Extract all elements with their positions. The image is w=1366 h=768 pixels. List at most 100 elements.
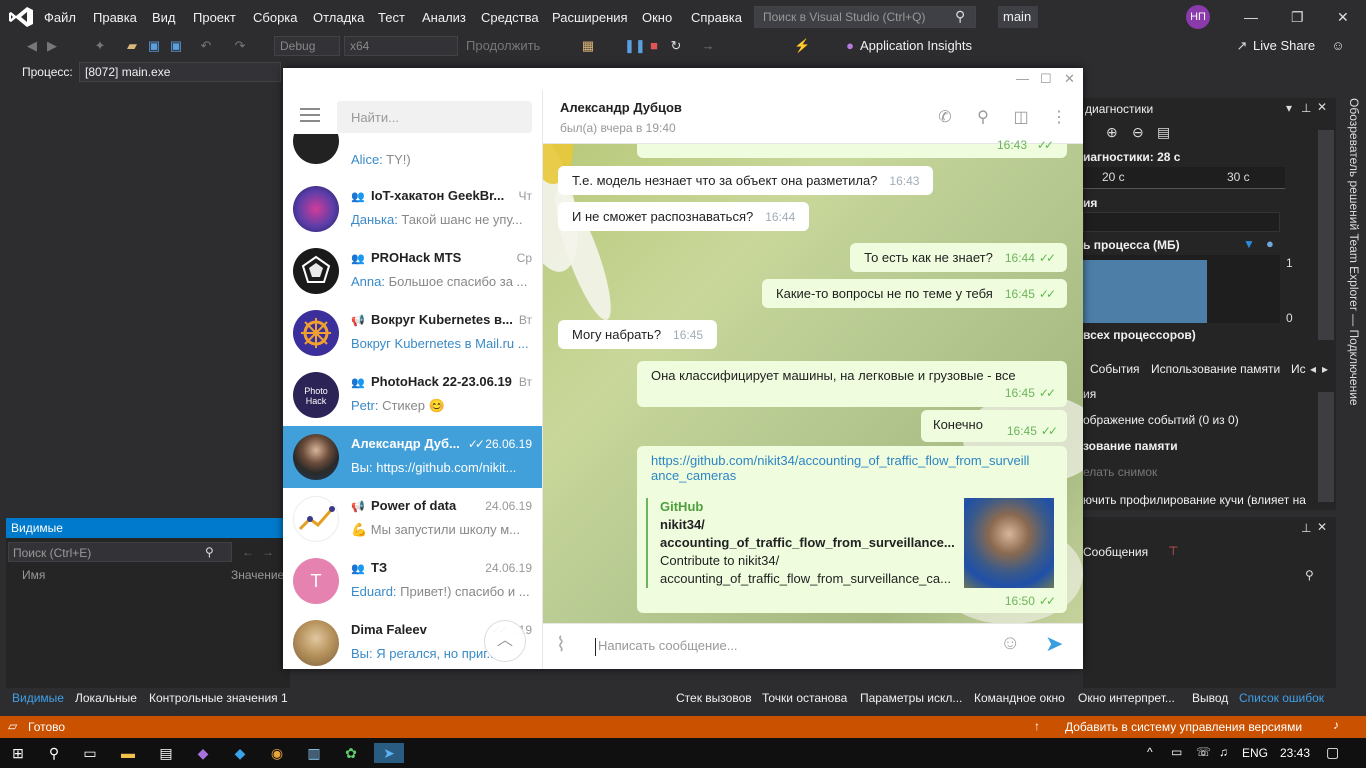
- volume-icon[interactable]: ♫: [1219, 745, 1228, 759]
- chat-item-alexander[interactable]: Александр Дуб... ✓✓ 26.06.19 Вы: https:/…: [283, 426, 542, 488]
- menu-hamburger-icon[interactable]: [300, 108, 320, 126]
- task-view-icon[interactable]: ▭: [80, 743, 100, 763]
- tab-locals[interactable]: Локальные: [75, 691, 137, 705]
- search-icon[interactable]: ⚲: [205, 545, 214, 559]
- tab-output[interactable]: Вывод: [1192, 691, 1228, 705]
- chat-item-iot[interactable]: 👥 IoT-хакатон GeekBr... Чт Данька: Такой …: [283, 178, 542, 240]
- windows-start-icon[interactable]: ⊞: [8, 743, 28, 763]
- more-options-icon[interactable]: ⋮: [1049, 107, 1069, 127]
- tg-minimize-icon[interactable]: —: [1016, 71, 1029, 86]
- message-bubble-in[interactable]: И не сможет распознаваться? 16:44: [558, 202, 810, 231]
- battery-icon[interactable]: ▭: [1171, 745, 1182, 759]
- tab-watch[interactable]: Контрольные значения 1: [149, 691, 288, 705]
- chat-item-prohack[interactable]: 👥 PROHack MTS Ср Anna: Большое спасибо за…: [283, 240, 542, 302]
- app-insights-button[interactable]: Application Insights: [860, 38, 972, 53]
- vs-search-input[interactable]: Поиск в Visual Studio (Ctrl+Q): [754, 6, 976, 28]
- menu-window[interactable]: Окно: [642, 10, 672, 25]
- minimize-icon[interactable]: —: [1244, 9, 1258, 25]
- live-share-icon[interactable]: ↗: [1234, 38, 1250, 54]
- visual-studio-icon[interactable]: ◆: [193, 743, 213, 763]
- input-language[interactable]: ENG: [1242, 746, 1268, 760]
- message-link-cont[interactable]: ance_cameras: [651, 468, 1053, 483]
- notepad-icon[interactable]: ▥: [304, 743, 324, 763]
- menu-edit[interactable]: Правка: [93, 10, 137, 25]
- menu-extensions[interactable]: Расширения: [552, 10, 628, 25]
- clock[interactable]: 23:43: [1280, 746, 1310, 760]
- clear-filter-icon[interactable]: ⊤: [1168, 544, 1178, 558]
- tab-exception-settings[interactable]: Параметры искл...: [860, 691, 962, 705]
- vertical-sidebar-tabs[interactable]: Обозреватель решений Team Explorer — Под…: [1341, 98, 1361, 418]
- pin-icon[interactable]: ⊥: [1301, 101, 1311, 115]
- chat-item-photohack[interactable]: Photo Hack 👥 PhotoHack 22-23.06.19 Вт Pet…: [283, 364, 542, 426]
- message-bubble-out[interactable]: Она классифицирует машины, на легковые и…: [637, 361, 1067, 407]
- messages-tab[interactable]: Сообщения: [1083, 545, 1148, 559]
- tab-cpu[interactable]: Ис: [1291, 362, 1306, 376]
- sidebar-toggle-icon[interactable]: ◫: [1011, 107, 1031, 127]
- close-panel-icon[interactable]: ✕: [1317, 100, 1327, 114]
- chrome-icon[interactable]: ◉: [267, 743, 287, 763]
- message-bubble-link[interactable]: https://github.com/nikit34/accounting_of…: [637, 446, 1067, 613]
- process-combo[interactable]: [8072] main.exe: [79, 62, 281, 82]
- menu-analyze[interactable]: Анализ: [422, 10, 466, 25]
- config-combo[interactable]: Debug: [274, 36, 340, 56]
- add-to-source-control[interactable]: Добавить в систему управления версиями: [1065, 720, 1302, 734]
- scroll-up-button[interactable]: ︿: [484, 620, 526, 662]
- send-icon[interactable]: ➤: [1045, 631, 1063, 657]
- reset-zoom-icon[interactable]: ▤: [1157, 124, 1170, 141]
- continue-button[interactable]: Продолжить: [466, 38, 540, 53]
- vscode-icon[interactable]: ◆: [230, 743, 250, 763]
- preview-image[interactable]: [964, 498, 1054, 588]
- close-panel-icon[interactable]: ✕: [1317, 520, 1327, 534]
- menu-build[interactable]: Сборка: [253, 10, 298, 25]
- stop-icon[interactable]: ■: [646, 38, 662, 54]
- menu-view[interactable]: Вид: [152, 10, 176, 25]
- locals-search-input[interactable]: Поиск (Ctrl+E): [8, 542, 232, 562]
- tg-close-icon[interactable]: ✕: [1064, 71, 1075, 87]
- undo-icon[interactable]: ↶: [198, 38, 214, 54]
- save-icon[interactable]: ▣: [146, 38, 162, 54]
- tab-events[interactable]: События: [1090, 362, 1140, 376]
- phone-call-icon[interactable]: ✆: [935, 107, 955, 127]
- filter-icon[interactable]: ▼: [1243, 237, 1255, 251]
- attach-icon[interactable]: ⌇: [556, 632, 566, 657]
- tab-breakpoints[interactable]: Точки останова: [762, 691, 847, 705]
- menu-file[interactable]: Файл: [44, 10, 76, 25]
- tabs-prev-icon[interactable]: ◂: [1310, 362, 1316, 376]
- notification-bell-icon[interactable]: ♪: [1333, 718, 1339, 732]
- back-icon[interactable]: ◀: [24, 38, 40, 54]
- user-avatar[interactable]: НП: [1186, 5, 1210, 29]
- message-bubble-out[interactable]: Какие-то вопросы не по теме у тебя 16:45 ✓…: [762, 279, 1067, 308]
- show-next-icon[interactable]: →: [700, 38, 716, 54]
- menu-help[interactable]: Справка: [691, 10, 742, 25]
- arrow-left-icon[interactable]: ←: [242, 545, 254, 559]
- new-item-icon[interactable]: ✦: [92, 38, 108, 54]
- tab-autos[interactable]: Видимые: [12, 691, 64, 705]
- zoom-in-icon[interactable]: ⊕: [1106, 124, 1118, 141]
- redo-icon[interactable]: ↷: [232, 38, 248, 54]
- tabs-next-icon[interactable]: ▸: [1322, 362, 1328, 376]
- column-name[interactable]: Имя: [22, 568, 45, 582]
- telegram-taskbar-icon[interactable]: ➤: [374, 743, 404, 763]
- pin-icon[interactable]: ⊥: [1301, 521, 1311, 535]
- action-center-icon[interactable]: ▢: [1326, 744, 1339, 761]
- panel-menu-icon[interactable]: ▾: [1286, 101, 1292, 115]
- zoom-out-icon[interactable]: ⊖: [1132, 124, 1144, 141]
- restart-icon[interactable]: ↻: [668, 38, 684, 54]
- message-bubble-out[interactable]: Конечно 16:45 ✓✓: [921, 410, 1067, 442]
- tab-immediate-window[interactable]: Окно интерпрет...: [1078, 691, 1175, 705]
- save-all-icon[interactable]: ▣: [168, 38, 184, 54]
- tab-call-stack[interactable]: Стек вызовов: [676, 691, 752, 705]
- network-icon[interactable]: ☏: [1196, 745, 1211, 759]
- message-bubble-in[interactable]: Т.е. модель незнает что за объект она ра…: [558, 166, 934, 195]
- chat-item-power-of-data[interactable]: 📢 Power of data 24.06.19 💪 Мы запустили ш…: [283, 488, 542, 550]
- tab-error-list[interactable]: Список ошибок: [1239, 691, 1324, 705]
- tg-maximize-icon[interactable]: ☐: [1040, 71, 1052, 87]
- process-icon[interactable]: ▦: [580, 38, 596, 54]
- message-link[interactable]: https://github.com/nikit34/accounting_of…: [651, 453, 1053, 468]
- message-bubble-partial[interactable]: 16:43 ✓✓: [637, 138, 1067, 158]
- chat-item-kubernetes[interactable]: 📢 Вокруг Kubernetes в... Вт Вокруг Kubern…: [283, 302, 542, 364]
- message-bubble-in[interactable]: Могу набрать? 16:45: [558, 320, 718, 349]
- feedback-icon[interactable]: ☺: [1330, 38, 1346, 54]
- menu-test[interactable]: Тест: [378, 10, 405, 25]
- forward-icon[interactable]: ▶: [44, 38, 60, 54]
